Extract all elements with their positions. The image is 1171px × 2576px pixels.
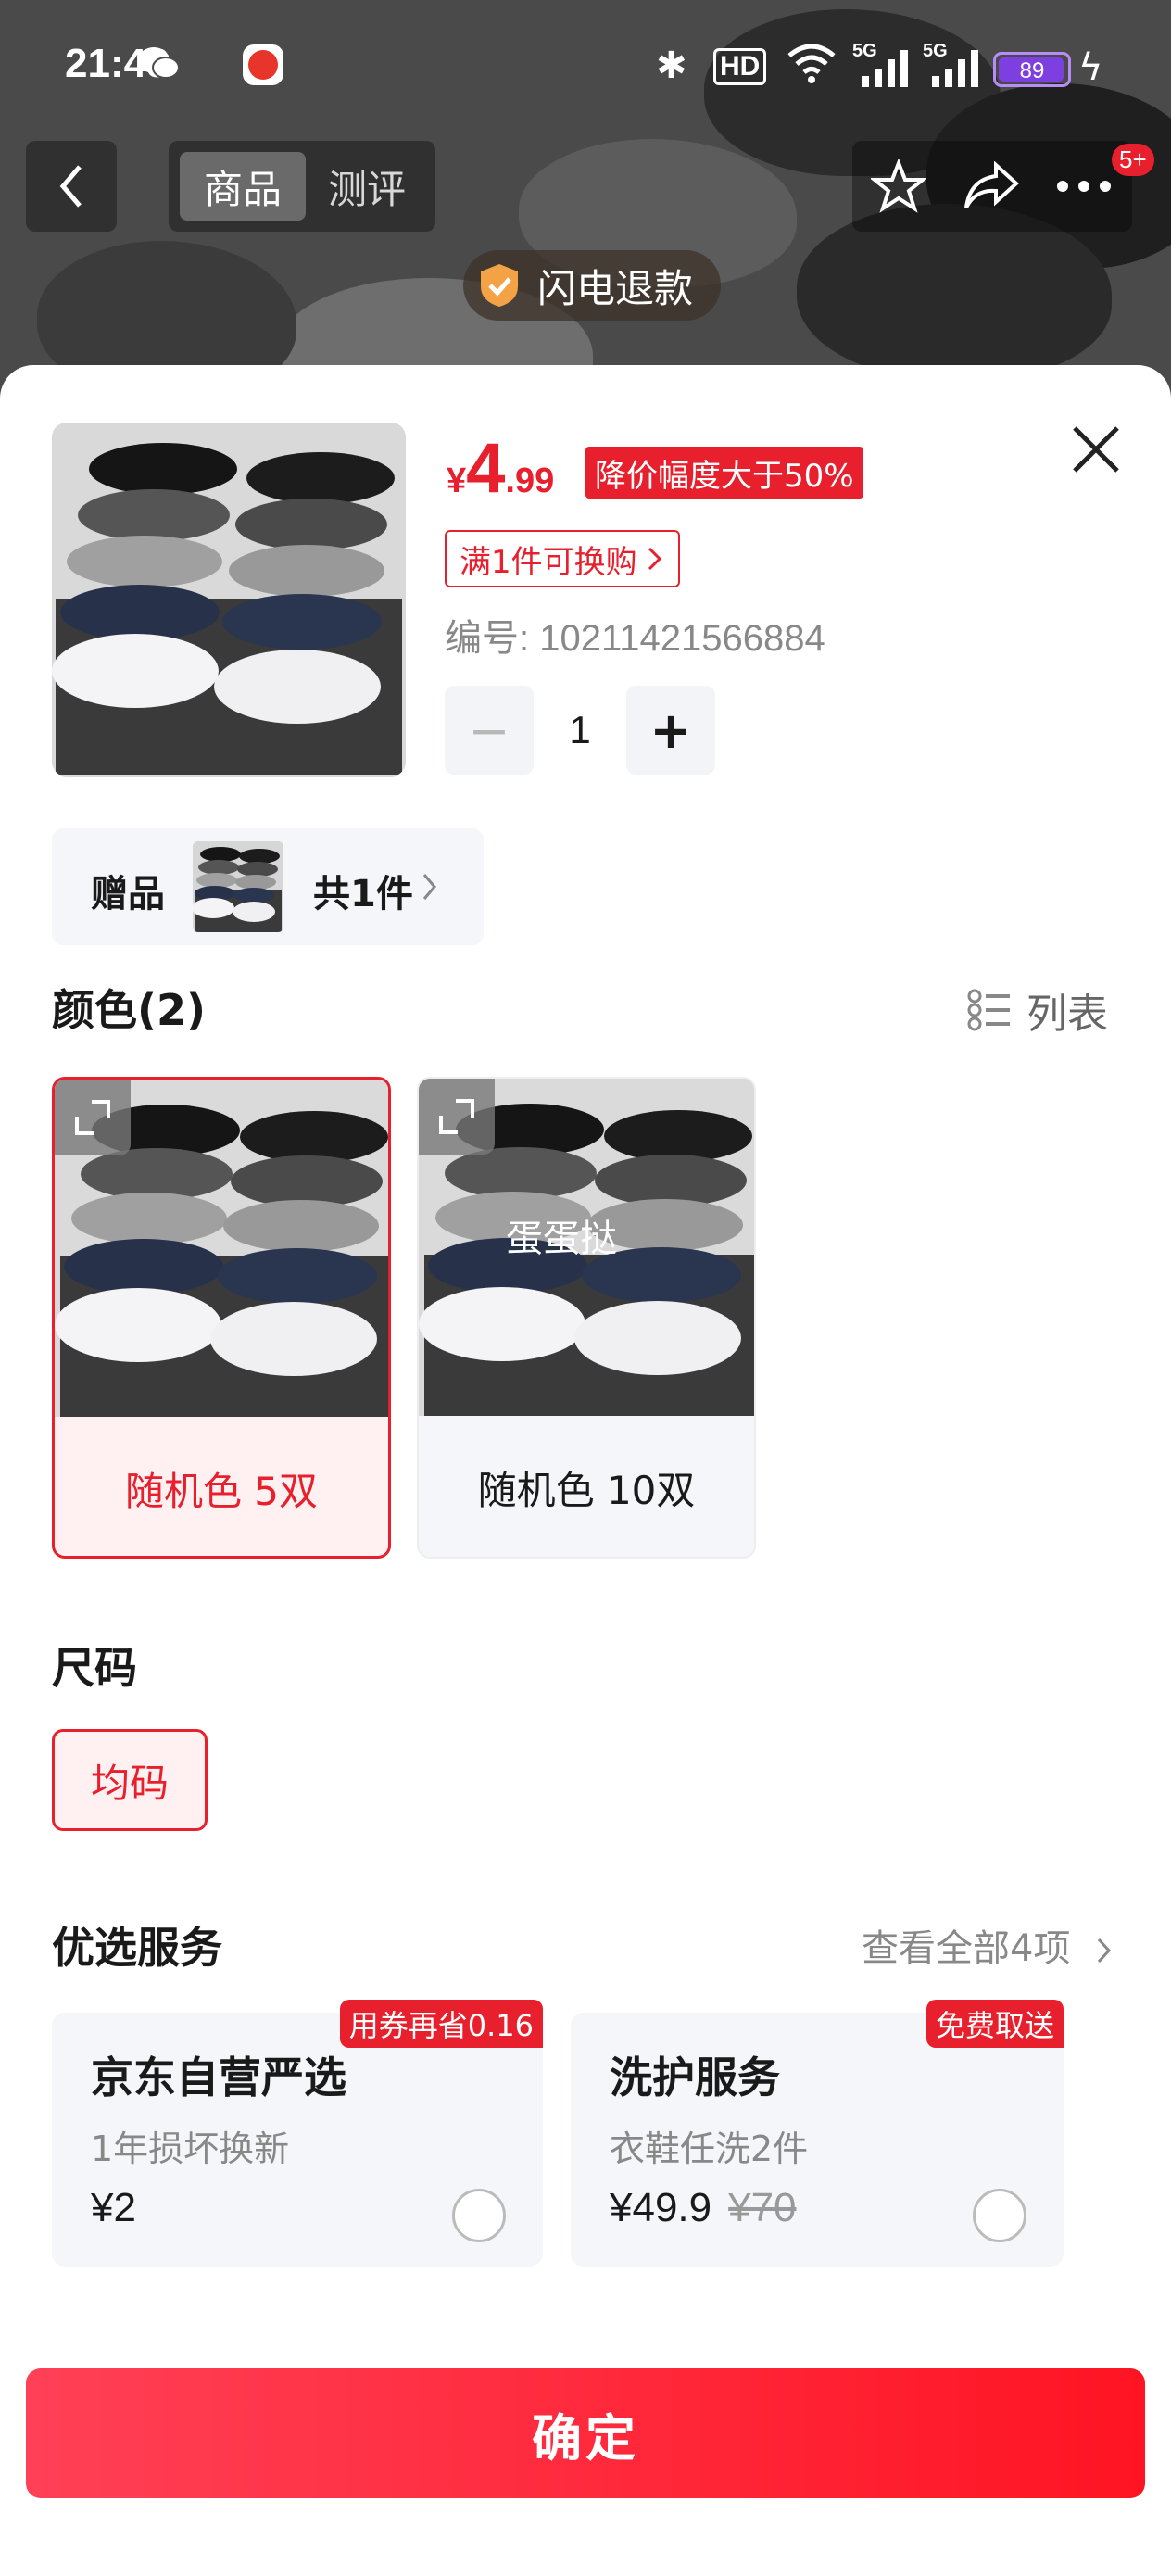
bluetooth-icon: ✱ [656, 44, 687, 87]
hd-icon: HD [713, 48, 767, 85]
service-description: 1年损坏换新 [91, 2128, 290, 2169]
service-description: 衣鞋任洗2件 [610, 2128, 809, 2169]
product-page-backdrop: 21:48 ✱ HD 5G 5G 89 ϟ 商品 测评 5+ 闪电退款 [0, 0, 1171, 398]
favorite-button[interactable] [852, 141, 945, 232]
size-section-title: 尺码 [52, 1643, 137, 1693]
quantity-decrement-button[interactable]: − [445, 686, 534, 775]
product-thumbnail[interactable] [52, 423, 406, 777]
expand-icon[interactable] [419, 1079, 495, 1155]
service-original-price: ¥70 [728, 2185, 797, 2230]
color-option-10-pairs[interactable]: 蛋蛋挞 随机色 10双 [417, 1077, 756, 1559]
quantity-value[interactable]: 1 [534, 708, 626, 752]
list-view-toggle[interactable]: 列表 [967, 980, 1108, 1040]
service-price-value: ¥2 [91, 2185, 136, 2230]
product-nav-tabs: 商品 测评 [169, 141, 435, 232]
view-all-services-link[interactable]: 查看全部4项 [862, 1918, 1114, 1972]
gift-count: 共1件 [313, 873, 413, 915]
sku-selection-sheet: ¥4.99 降价幅度大于50% 满1件可换购 编号: 1021142156688… [0, 365, 1171, 2576]
service-name: 洗护服务 [610, 2052, 780, 2102]
nav-actions [852, 141, 1132, 232]
share-button[interactable] [945, 141, 1038, 232]
color-option-image: 蛋蛋挞 [419, 1079, 754, 1416]
status-bar: 21:48 ✱ HD 5G 5G 89 ϟ [0, 0, 1171, 139]
service-card-laundry[interactable]: 免费取送 洗护服务 衣鞋任洗2件 ¥49.9 ¥70 [571, 2000, 1064, 2267]
battery-icon: 89 [993, 52, 1071, 87]
chevron-right-icon [648, 547, 661, 571]
wechat-icon [137, 44, 180, 91]
color-option-label: 随机色 5双 [124, 1468, 319, 1514]
charging-icon: ϟ [1078, 46, 1103, 89]
chevron-left-icon [59, 165, 82, 208]
signal-1-icon [860, 48, 910, 96]
color-option-label: 随机色 10双 [477, 1467, 696, 1513]
size-option-one-size[interactable]: 均码 [52, 1729, 208, 1831]
service-price: ¥2 [91, 2185, 136, 2231]
swap-purchase-tag[interactable]: 满1件可换购 [445, 530, 680, 587]
service-promo-badge: 用券再省0.16 [339, 2000, 543, 2048]
swap-tag-label: 满1件可换购 [460, 543, 637, 581]
list-icon [967, 989, 1010, 1031]
gift-label: 赠品 [91, 873, 165, 915]
service-promo-badge: 免费取送 [925, 2000, 1064, 2048]
price-currency: ¥ [447, 461, 467, 500]
service-select-radio[interactable] [973, 2189, 1026, 2242]
service-price-value: ¥49.9 [610, 2185, 712, 2230]
app-notification-icon [243, 44, 283, 95]
tab-review[interactable]: 测评 [304, 152, 430, 221]
flash-refund-label: 闪电退款 [537, 265, 694, 311]
flash-refund-banner: 闪电退款 [463, 250, 722, 321]
quantity-stepper: − 1 + [445, 686, 715, 775]
view-all-label: 查看全部4项 [862, 1927, 1071, 1970]
close-button[interactable] [1065, 419, 1127, 480]
image-watermark: 蛋蛋挞 [506, 1218, 617, 1260]
battery-level: 89 [1019, 58, 1045, 83]
color-section-title: 颜色(2) [52, 985, 207, 1035]
expand-icon[interactable] [55, 1080, 131, 1155]
color-option-5-pairs[interactable]: 随机色 5双 [52, 1077, 391, 1559]
more-dots-icon [1057, 181, 1111, 192]
shield-check-icon [481, 264, 518, 307]
service-select-radio[interactable] [452, 2189, 506, 2242]
chevron-right-icon [422, 874, 436, 900]
gift-thumbnail [193, 841, 283, 932]
message-count-badge: 5+ [1112, 144, 1154, 176]
back-button[interactable] [26, 141, 117, 232]
price-integer: 4 [466, 429, 506, 508]
service-price: ¥49.9 ¥70 [610, 2185, 797, 2231]
signal-2-icon [930, 48, 980, 96]
service-card-jd-select[interactable]: 用券再省0.16 京东自营严选 1年损坏换新 ¥2 [52, 2000, 543, 2267]
confirm-button[interactable]: 确定 [26, 2368, 1145, 2498]
tab-product[interactable]: 商品 [180, 152, 306, 221]
sku-number: 编号: 10211421566884 [445, 618, 825, 659]
price: ¥4.99 [447, 428, 554, 509]
services-section-title: 优选服务 [52, 1923, 222, 1973]
wifi-icon [786, 43, 837, 93]
gift-row[interactable]: 赠品 共1件 [52, 828, 484, 945]
close-icon [1073, 426, 1119, 473]
list-toggle-label: 列表 [1026, 991, 1108, 1038]
discount-tag: 降价幅度大于50% [586, 447, 863, 499]
color-option-image [55, 1080, 388, 1417]
service-name: 京东自营严选 [91, 2052, 346, 2102]
share-icon [964, 161, 1019, 208]
price-decimal: .99 [505, 461, 555, 500]
chevron-right-icon [1098, 1938, 1112, 1964]
star-icon [871, 159, 926, 213]
quantity-increment-button[interactable]: + [626, 686, 715, 775]
